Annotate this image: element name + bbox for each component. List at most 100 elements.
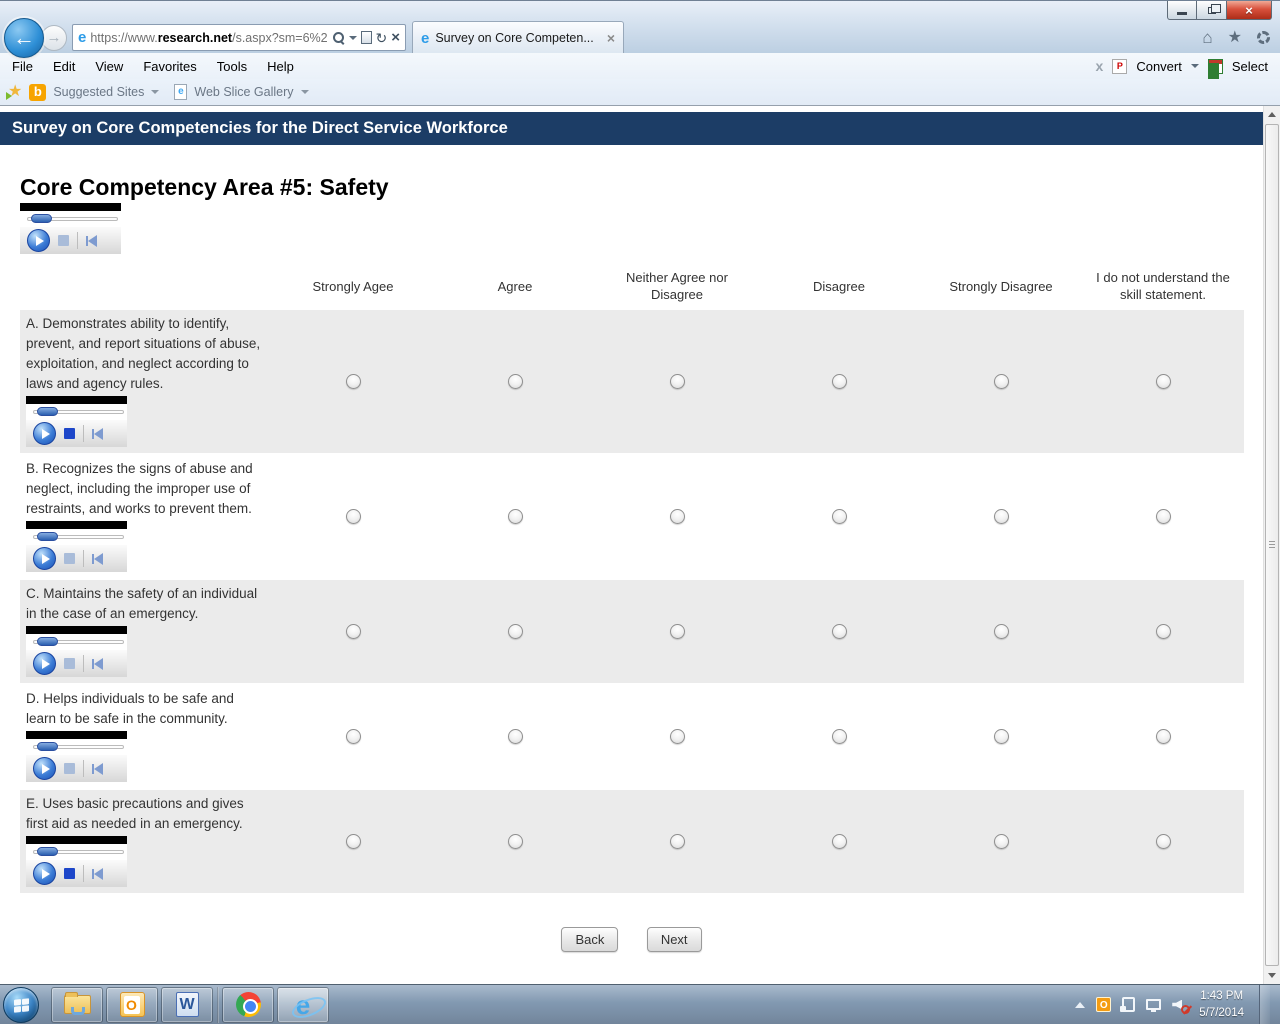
refresh-icon[interactable]: ↻ (376, 31, 388, 45)
stop-button[interactable] (64, 428, 75, 439)
scrollbar-thumb[interactable] (1265, 124, 1279, 966)
player-seek-track[interactable] (26, 404, 127, 420)
radio-option[interactable] (670, 624, 685, 639)
taskbar-item-word[interactable]: W (161, 987, 213, 1023)
close-button[interactable]: × (1227, 1, 1272, 20)
radio-option[interactable] (346, 509, 361, 524)
radio-option[interactable] (1156, 729, 1171, 744)
play-button[interactable] (33, 652, 56, 675)
radio-option[interactable] (1156, 624, 1171, 639)
volume-muted-icon[interactable] (1172, 998, 1188, 1012)
outlook-tray-icon[interactable]: O (1096, 997, 1111, 1012)
skip-to-start-button[interactable] (86, 235, 97, 247)
clock[interactable]: 1:43 PM 5/7/2014 (1199, 988, 1244, 1021)
select-button[interactable]: Select (1232, 59, 1268, 74)
taskbar-item-ie[interactable]: e (277, 987, 329, 1023)
radio-option[interactable] (994, 834, 1009, 849)
menu-help[interactable]: Help (257, 59, 304, 74)
convert-dropdown-caret[interactable] (1191, 64, 1199, 68)
radio-option[interactable] (508, 624, 523, 639)
search-icon[interactable] (332, 31, 345, 45)
suggested-sites-caret[interactable] (151, 90, 159, 94)
stop-button[interactable] (64, 553, 75, 564)
scroll-up-icon[interactable] (1264, 106, 1280, 123)
minimize-button[interactable] (1167, 1, 1197, 20)
radio-option[interactable] (1156, 834, 1171, 849)
favorites-icon[interactable]: ★ (1228, 30, 1242, 46)
start-button[interactable] (3, 987, 39, 1023)
web-slice-caret[interactable] (301, 90, 309, 94)
skip-to-start-button[interactable] (92, 428, 103, 440)
browser-tab[interactable]: e Survey on Core Competen... × (412, 21, 624, 54)
skip-to-start-button[interactable] (92, 553, 103, 565)
menu-tools[interactable]: Tools (207, 59, 257, 74)
radio-option[interactable] (346, 834, 361, 849)
menu-file[interactable]: File (2, 59, 43, 74)
toolbar-close-icon[interactable]: x (1096, 58, 1104, 74)
play-button[interactable] (33, 547, 56, 570)
player-seek-thumb[interactable] (37, 742, 58, 751)
menu-view[interactable]: View (85, 59, 133, 74)
radio-option[interactable] (346, 729, 361, 744)
radio-option[interactable] (670, 374, 685, 389)
address-bar[interactable]: e https://www.research.net/s.aspx?sm=6%2… (72, 24, 406, 51)
restore-button[interactable] (1197, 1, 1227, 20)
radio-option[interactable] (994, 729, 1009, 744)
menu-edit[interactable]: Edit (43, 59, 85, 74)
suggested-sites-link[interactable]: Suggested Sites (53, 85, 144, 99)
player-seek-thumb[interactable] (37, 637, 58, 646)
stop-button[interactable] (58, 235, 69, 246)
radio-option[interactable] (832, 729, 847, 744)
stop-load-icon[interactable]: × (391, 30, 400, 45)
taskbar-item-outlook[interactable]: O (106, 987, 158, 1023)
taskbar-item-chrome[interactable] (222, 987, 274, 1023)
next-survey-button[interactable]: Next (647, 927, 702, 952)
play-button[interactable] (33, 862, 56, 885)
radio-option[interactable] (832, 509, 847, 524)
skip-to-start-button[interactable] (92, 868, 103, 880)
stop-button[interactable] (64, 658, 75, 669)
stop-button[interactable] (64, 868, 75, 879)
radio-option[interactable] (994, 509, 1009, 524)
play-button[interactable] (33, 422, 56, 445)
radio-option[interactable] (346, 374, 361, 389)
network-icon[interactable] (1146, 999, 1161, 1010)
radio-option[interactable] (508, 729, 523, 744)
hidden-icons-arrow[interactable] (1075, 1002, 1085, 1008)
skip-to-start-button[interactable] (92, 763, 103, 775)
radio-option[interactable] (508, 834, 523, 849)
vertical-scrollbar[interactable] (1263, 106, 1280, 984)
play-button[interactable] (33, 757, 56, 780)
compatibility-view-icon[interactable] (361, 31, 372, 44)
home-icon[interactable]: ⌂ (1202, 29, 1212, 46)
radio-option[interactable] (1156, 509, 1171, 524)
radio-option[interactable] (670, 509, 685, 524)
radio-option[interactable] (832, 374, 847, 389)
taskbar-item-explorer[interactable] (51, 987, 103, 1023)
menu-favorites[interactable]: Favorites (133, 59, 206, 74)
radio-option[interactable] (346, 624, 361, 639)
add-favorite-icon[interactable]: ★ (8, 84, 22, 100)
player-seek-thumb[interactable] (31, 214, 52, 223)
player-seek-thumb[interactable] (37, 532, 58, 541)
player-seek-thumb[interactable] (37, 407, 58, 416)
skip-to-start-button[interactable] (92, 658, 103, 670)
radio-option[interactable] (508, 509, 523, 524)
tab-close-icon[interactable]: × (607, 30, 615, 46)
radio-option[interactable] (832, 834, 847, 849)
player-seek-track[interactable] (26, 634, 127, 650)
player-seek-track[interactable] (20, 211, 121, 227)
radio-option[interactable] (832, 624, 847, 639)
convert-button[interactable]: Convert (1136, 59, 1182, 74)
radio-option[interactable] (670, 834, 685, 849)
player-seek-thumb[interactable] (37, 847, 58, 856)
radio-option[interactable] (994, 374, 1009, 389)
show-desktop-button[interactable] (1259, 985, 1270, 1024)
forward-button[interactable]: → (41, 25, 67, 51)
search-dropdown-caret[interactable] (349, 36, 357, 40)
gear-icon[interactable] (1257, 31, 1270, 44)
radio-option[interactable] (994, 624, 1009, 639)
scroll-down-icon[interactable] (1264, 967, 1280, 984)
back-button[interactable]: ← (4, 18, 44, 58)
player-seek-track[interactable] (26, 529, 127, 545)
